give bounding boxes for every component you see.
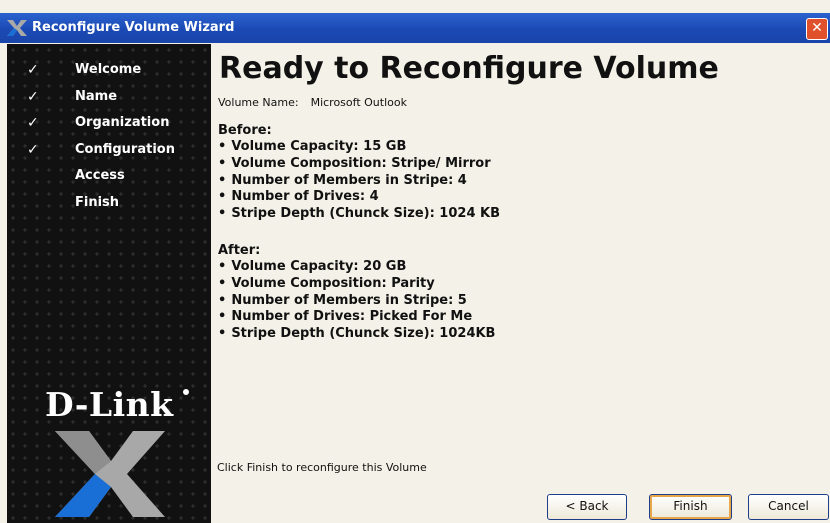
volume-name-row: Volume Name: Microsoft Outlook (218, 96, 407, 109)
step-label: Configuration (75, 141, 175, 157)
volume-name-value: Microsoft Outlook (310, 96, 407, 109)
step-finish: Finish (7, 195, 211, 222)
brand-logo-text: D-Link (45, 385, 174, 424)
step-label: Welcome (75, 62, 142, 77)
list-item: Volume Composition: Stripe/ Mirror (218, 156, 500, 173)
step-label: Name (75, 88, 118, 104)
section-title: Before: (218, 123, 272, 138)
finish-button[interactable]: Finish (649, 494, 732, 520)
list-item: Stripe Depth (Chunck Size): 1024KB (218, 326, 495, 343)
check-icon: ✓ (27, 141, 39, 158)
back-button[interactable]: < Back (547, 494, 627, 520)
list-item: Number of Drives: Picked For Me (218, 309, 495, 326)
step-label: Finish (75, 194, 120, 210)
list-item: Volume Composition: Parity (218, 276, 495, 293)
check-icon: ✓ (27, 88, 39, 105)
after-section: After: Volume Capacity: 20 GB Volume Com… (218, 243, 495, 343)
window-title: Reconfigure Volume Wizard (32, 20, 235, 35)
cancel-button[interactable]: Cancel (748, 494, 829, 520)
list-item: Number of Drives: 4 (218, 189, 500, 206)
section-title: After: (218, 243, 261, 258)
step-access: Access (7, 168, 211, 195)
title-bar[interactable]: Reconfigure Volume Wizard ✕ (0, 13, 830, 43)
wizard-content: Ready to Reconfigure Volume Volume Name:… (211, 44, 830, 523)
step-label: Organization (75, 115, 170, 130)
step-label: Access (75, 168, 125, 183)
before-list: Volume Capacity: 15 GB Volume Compositio… (218, 139, 500, 223)
check-icon: ✓ (27, 62, 39, 78)
instruction-text: Click Finish to reconfigure this Volume (217, 461, 427, 474)
list-item: Volume Capacity: 15 GB (218, 139, 500, 156)
step-organization: ✓ Organization (7, 115, 211, 142)
step-welcome: ✓ Welcome (7, 62, 211, 89)
after-list: Volume Capacity: 20 GB Volume Compositio… (218, 259, 495, 343)
before-section: Before: Volume Capacity: 15 GB Volume Co… (218, 123, 500, 223)
step-list: ✓ Welcome ✓ Name ✓ Organization ✓ Config… (7, 62, 211, 221)
volume-name-label: Volume Name: (218, 96, 299, 109)
step-configuration: ✓ Configuration (7, 142, 211, 169)
list-item: Number of Members in Stripe: 5 (218, 293, 495, 310)
dlink-x-logo-icon (55, 431, 165, 517)
app-logo-icon (7, 20, 27, 36)
list-item: Volume Capacity: 20 GB (218, 259, 495, 276)
step-name: ✓ Name (7, 89, 211, 116)
page-title: Ready to Reconfigure Volume (219, 51, 719, 86)
wizard-sidebar: ✓ Welcome ✓ Name ✓ Organization ✓ Config… (7, 44, 211, 523)
registered-mark (183, 389, 189, 395)
list-item: Stripe Depth (Chunck Size): 1024 KB (218, 206, 500, 223)
close-icon[interactable]: ✕ (806, 18, 828, 40)
check-icon: ✓ (27, 115, 39, 131)
wizard-window: Reconfigure Volume Wizard ✕ ✓ Welcome ✓ … (0, 0, 830, 523)
list-item: Number of Members in Stripe: 4 (218, 173, 500, 190)
